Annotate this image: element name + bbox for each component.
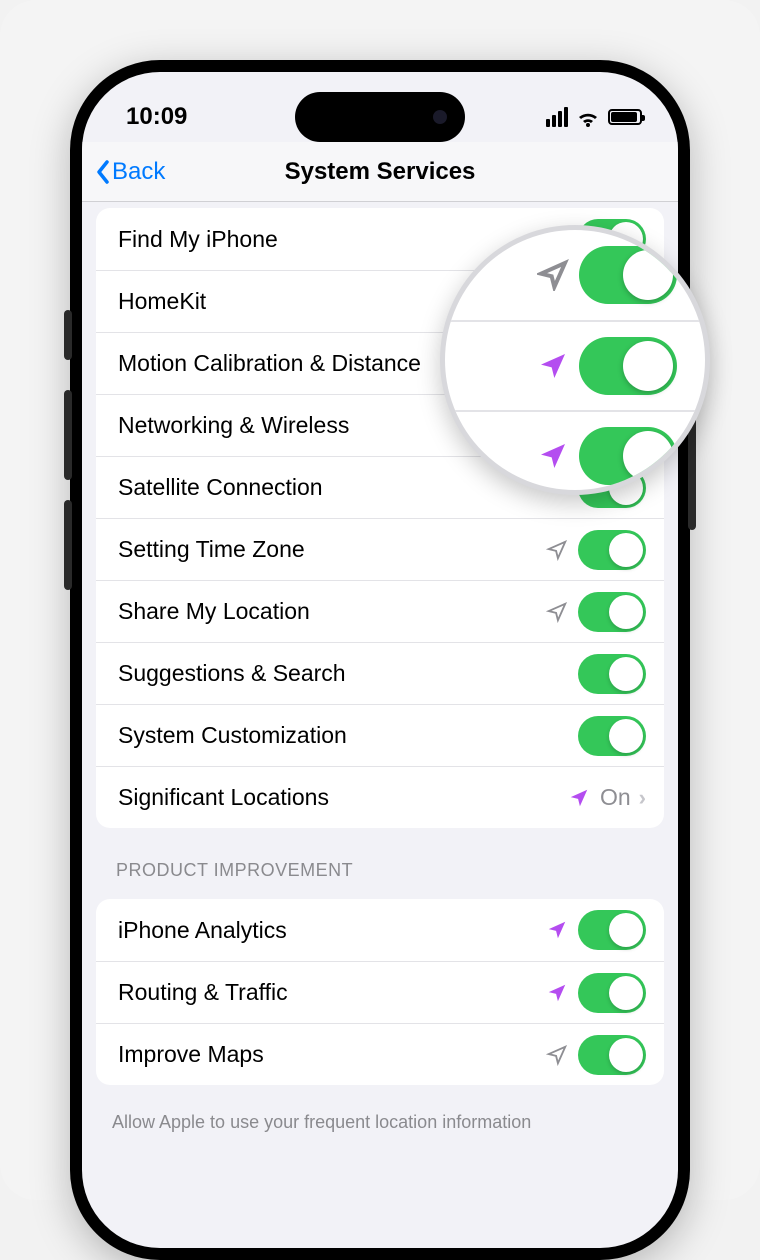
- row-value: On: [600, 784, 631, 811]
- row-label: Suggestions & Search: [118, 660, 578, 687]
- row-iphone-analytics[interactable]: iPhone Analytics: [96, 899, 664, 961]
- location-arrow-icon: [546, 919, 568, 941]
- location-arrow-icon: [537, 259, 569, 291]
- product-improvement-group: iPhone Analytics Routing & Traffic Impro…: [96, 899, 664, 1085]
- chevron-right-icon: ›: [639, 785, 646, 811]
- status-time: 10:09: [126, 103, 187, 131]
- row-label: Improve Maps: [118, 1041, 546, 1068]
- row-label: Setting Time Zone: [118, 536, 546, 563]
- cellular-icon: [546, 107, 568, 127]
- row-improve-maps[interactable]: Improve Maps: [96, 1023, 664, 1085]
- toggle[interactable]: [578, 716, 646, 756]
- row-routing-traffic[interactable]: Routing & Traffic: [96, 961, 664, 1023]
- location-arrow-icon: [546, 601, 568, 623]
- toggle[interactable]: [578, 973, 646, 1013]
- toggle[interactable]: [578, 592, 646, 632]
- toggle[interactable]: [578, 1035, 646, 1075]
- page-title: System Services: [82, 158, 678, 186]
- toggle: [579, 246, 677, 304]
- toggle[interactable]: [578, 910, 646, 950]
- row-label: Routing & Traffic: [118, 979, 546, 1006]
- row-label: System Customization: [118, 722, 578, 749]
- row-setting-time-zone[interactable]: Setting Time Zone: [96, 518, 664, 580]
- row-label: Significant Locations: [118, 784, 568, 811]
- back-button[interactable]: Back: [96, 158, 165, 186]
- row-suggestions-search[interactable]: Suggestions & Search: [96, 642, 664, 704]
- location-arrow-icon: [537, 440, 569, 472]
- toggle[interactable]: [578, 530, 646, 570]
- battery-icon: [608, 109, 642, 125]
- row-label: iPhone Analytics: [118, 917, 546, 944]
- back-label: Back: [112, 158, 165, 186]
- chevron-left-icon: [96, 160, 110, 184]
- location-arrow-icon: [568, 787, 590, 809]
- location-arrow-icon: [537, 350, 569, 382]
- location-arrow-icon: [546, 982, 568, 1004]
- magnifier-callout: [440, 225, 710, 495]
- wifi-icon: [576, 108, 600, 126]
- toggle: [579, 337, 677, 395]
- footer-note: Allow Apple to use your frequent locatio…: [82, 1111, 678, 1134]
- row-label: Share My Location: [118, 598, 546, 625]
- row-system-customization[interactable]: System Customization: [96, 704, 664, 766]
- navbar: Back System Services: [82, 142, 678, 202]
- row-significant-locations[interactable]: Significant Locations On ›: [96, 766, 664, 828]
- row-share-my-location[interactable]: Share My Location: [96, 580, 664, 642]
- toggle[interactable]: [578, 654, 646, 694]
- location-arrow-icon: [546, 539, 568, 561]
- toggle: [579, 427, 677, 485]
- location-arrow-icon: [546, 1044, 568, 1066]
- dynamic-island: [295, 92, 465, 142]
- section-header-product-improvement: PRODUCT IMPROVEMENT: [82, 854, 678, 889]
